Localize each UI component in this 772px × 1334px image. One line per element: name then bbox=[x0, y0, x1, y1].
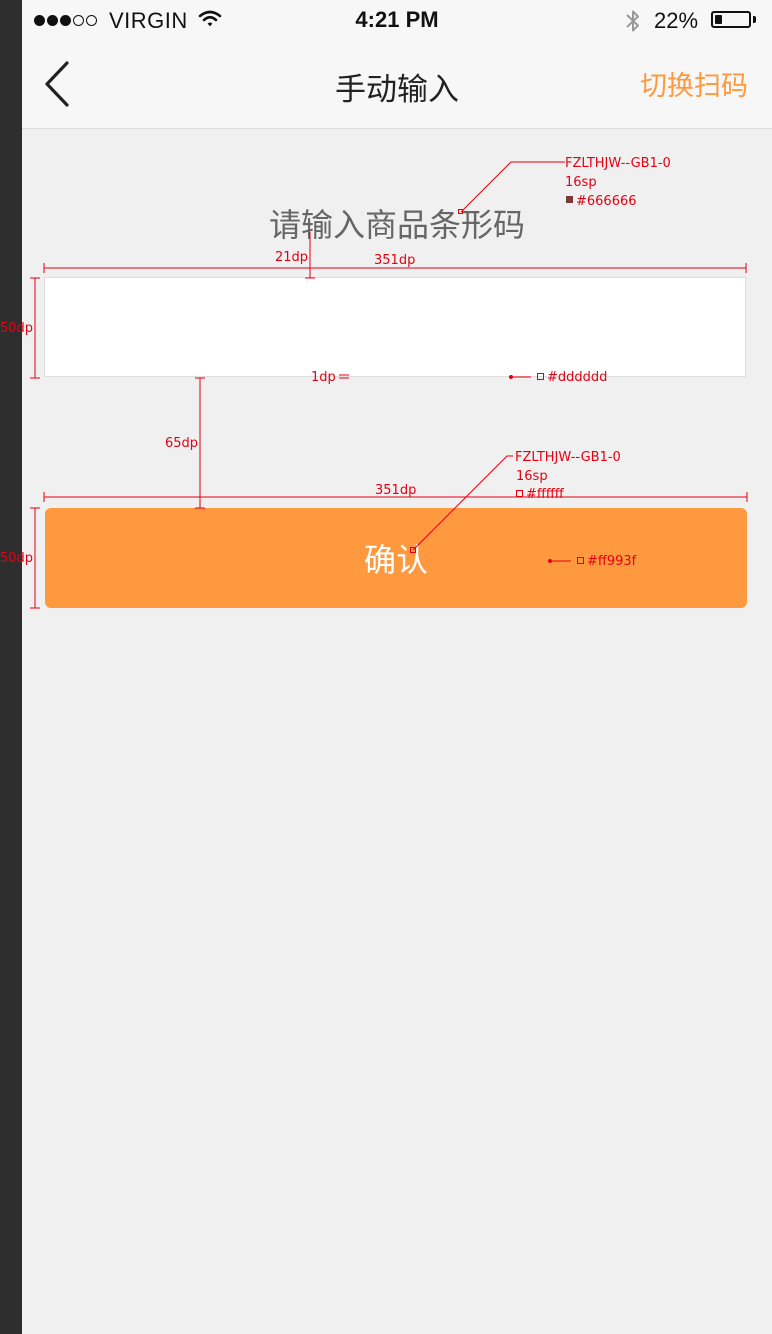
status-bar: VIRGIN 4:21 PM 22% bbox=[22, 0, 772, 40]
barcode-input[interactable] bbox=[44, 277, 746, 377]
battery-percentage: 22% bbox=[654, 8, 699, 33]
bluetooth-icon bbox=[623, 8, 643, 39]
navigation-bar: 手动输入 切换扫码 bbox=[22, 40, 772, 129]
battery-level-fill bbox=[715, 15, 722, 24]
left-margin-strip bbox=[0, 0, 22, 1334]
battery-icon bbox=[711, 11, 751, 28]
confirm-button[interactable]: 确认 bbox=[45, 508, 747, 608]
switch-to-scan-button[interactable]: 切换扫码 bbox=[640, 64, 748, 103]
barcode-prompt-label: 请输入商品条形码 bbox=[268, 207, 525, 243]
battery-cap bbox=[753, 16, 756, 23]
phone-screen: VIRGIN 4:21 PM 22% 手动输入 切换扫码 请输入商品条形码 确认 bbox=[22, 0, 772, 1334]
